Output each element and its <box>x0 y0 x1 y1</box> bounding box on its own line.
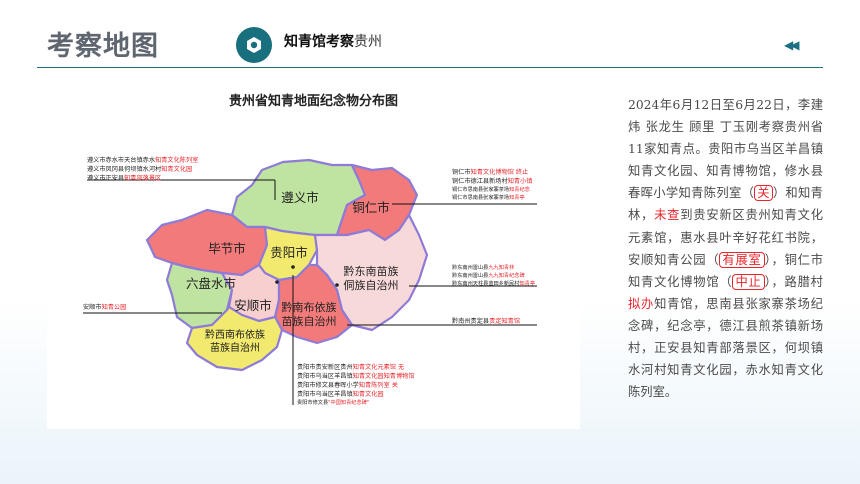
desc-part-5: ），路腊村 <box>764 274 823 289</box>
status-mark-unchecked: 未查 <box>654 208 681 223</box>
callout-tongren-3: 铜仁市思南县张家寨茶场知青纪念 <box>452 185 530 193</box>
callout-qiannan-1: 黔南州贵定县贵定知青馆 <box>452 317 520 325</box>
page-title: 考察地图 <box>47 31 159 62</box>
label-qiannan-2: 苗族自治州 <box>282 314 337 328</box>
subtitle: 知青馆考察贵州 <box>284 31 382 51</box>
label-anshun: 安顺市 <box>234 298 272 313</box>
label-zunyi: 遵义市 <box>281 190 319 205</box>
label-bijie: 毕节市 <box>208 241 246 256</box>
back-arrows-icon[interactable]: ◀◀ <box>784 38 800 52</box>
callout-zunyi-1: 遵义市赤水市天台镇赤水知青文化陈列室 <box>87 156 198 164</box>
status-mark-has-exhibit: 有展室 <box>719 251 765 268</box>
callout-zunyi-3: 遵义市正安县知青部落景区 <box>87 174 161 182</box>
label-qiandongnan-1: 黔东南苗族 <box>344 264 399 278</box>
callout-anshun-1: 安顺市知青公园 <box>83 303 126 311</box>
callout-tongren-4: 铜仁市思南县张家寨茶场知青亭 <box>452 193 525 201</box>
header-divider <box>37 67 823 68</box>
callout-guiyang-5: 贵阳市修文县"中国知青纪念碑" <box>297 398 369 406</box>
callout-tongren-2: 铜仁市德江县新场村知青小镇 <box>452 177 532 185</box>
subtitle-rest: 贵州 <box>354 34 382 50</box>
status-mark-suspended: 中止 <box>732 273 765 290</box>
label-qiannan-1: 黔南布依族 <box>282 300 337 314</box>
guizhou-map: 遵义市 铜仁市 毕节市 贵阳市 六盘水市 安顺市 黔东南苗族 侗族自治州 黔南布… <box>83 156 537 406</box>
label-qiandongnan-2: 侗族自治州 <box>344 278 399 292</box>
desc-part-6: 知青馆，思南县张家寨茶场纪念碑，纪念亭，德江县煎茶镇新场村，正安县知青部落景区，… <box>628 296 823 400</box>
label-liupanshui: 六盘水市 <box>186 276 236 291</box>
callout-qiandongnan-1: 黔东南州雷山县九九知青林 <box>452 263 515 271</box>
subtitle-bold: 知青馆考察 <box>284 34 354 50</box>
callout-guiyang-4: 贵阳市乌当区羊昌镇知青文化园 <box>297 390 384 398</box>
label-qianxinan-2: 苗族自治州 <box>210 341 260 354</box>
label-guiyang: 贵阳市 <box>270 245 308 260</box>
callout-guiyang-2: 贵阳市乌当区羊昌镇知青文化园知青博物馆 <box>297 372 415 380</box>
callout-qiandongnan-2: 黔东南州雷山县九九知青纪念碑 <box>452 271 525 279</box>
callout-qiandongnan-3: 黔东南州天柱县蓝田乡新民村知青亭 <box>452 279 535 287</box>
label-qianxinan-1: 黔西南布依族 <box>205 328 265 341</box>
description-text: 2024年6月12日至6月22日，李建炜 张龙生 顾里 丁玉刚考察贵州省11家知… <box>628 94 823 403</box>
location-badge-icon <box>236 27 272 63</box>
callout-tongren-1: 铜仁市知青文化博物馆 终止 <box>452 168 528 176</box>
callout-guiyang-1: 贵阳市贵安新区贵州知青文化元素馆 无 <box>297 363 404 371</box>
map-panel: 贵州省知青地面纪念物分布图 遵义市 铜仁市 毕节市 贵阳市 六盘水市 安顺市 黔… <box>47 85 580 429</box>
callout-guiyang-3: 贵阳市修文县春晖小学知青陈列室 关 <box>297 381 398 389</box>
status-mark-planned: 拟办 <box>628 296 655 311</box>
callout-zunyi-2: 遵义市凤冈县何坝镇水河村知青文化园 <box>87 165 192 173</box>
header: 考察地图 知青馆考察贵州 ◀◀ <box>0 0 860 70</box>
status-mark-closed: 关 <box>754 185 773 202</box>
label-tongren: 铜仁市 <box>352 200 390 215</box>
